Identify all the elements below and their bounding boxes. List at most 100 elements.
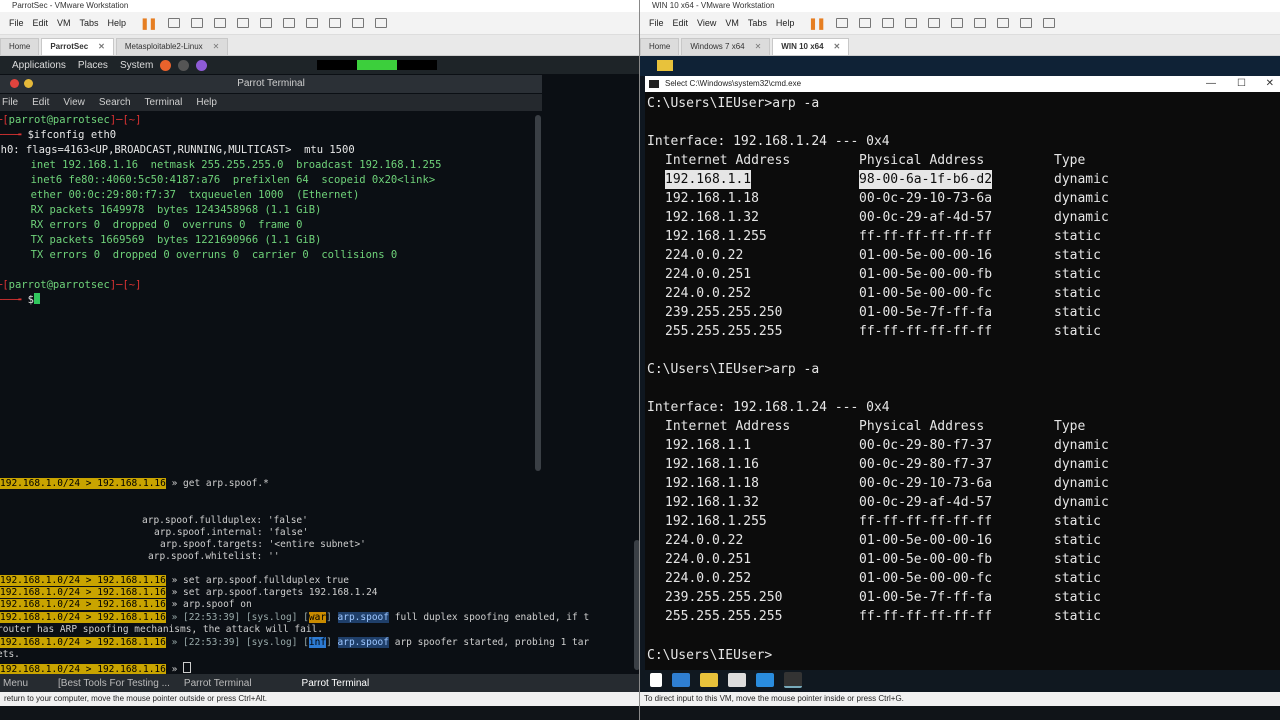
terminal-titlebar[interactable]: Parrot Terminal: [0, 75, 542, 93]
cmd-command: arp -a: [772, 362, 820, 377]
firefox-icon[interactable]: [160, 59, 172, 71]
taskbar-firefox[interactable]: [Best Tools For Testing ...: [58, 678, 170, 689]
arp-header-ip: Internet Address: [665, 153, 791, 168]
tab-windows7[interactable]: Windows 7 x64 ✕: [681, 38, 771, 55]
arp-type-cell: static: [1054, 286, 1101, 301]
terminal-scrollbar[interactable]: [535, 115, 541, 471]
folder-icon[interactable]: [657, 60, 673, 71]
taskbar-menu[interactable]: Menu: [3, 678, 28, 689]
menu-edit[interactable]: Edit: [673, 18, 689, 28]
manage-snapshots-icon[interactable]: [904, 18, 917, 28]
output-line: TX packets 1669569 bytes 1221690966 (1.1…: [0, 234, 322, 246]
menu-file[interactable]: File: [649, 18, 664, 28]
console-icon[interactable]: [1019, 18, 1032, 28]
menu-file[interactable]: File: [9, 18, 24, 28]
pause-icon[interactable]: ❚❚: [808, 17, 825, 30]
prompt-user: parrot@parrotsec: [8, 114, 110, 126]
bettercap-value: arp.spoof.fullduplex: 'false': [142, 515, 308, 526]
edge-icon[interactable]: [672, 673, 690, 687]
minimize-icon[interactable]: —: [1206, 76, 1216, 92]
revert-icon[interactable]: [881, 18, 894, 28]
stretch-icon[interactable]: [374, 18, 387, 28]
manage-snapshots-icon[interactable]: [236, 18, 249, 28]
close-icon[interactable]: ✕: [834, 42, 841, 51]
menu-help[interactable]: Help: [776, 18, 795, 28]
minimize-icon[interactable]: [24, 79, 33, 88]
tab-label: Windows 7 x64: [690, 42, 745, 51]
term-menu-view[interactable]: View: [63, 97, 85, 108]
snapshot-icon[interactable]: [190, 18, 203, 28]
close-icon[interactable]: [10, 79, 19, 88]
arp-type-cell: dynamic: [1054, 476, 1109, 491]
places-menu[interactable]: Places: [78, 60, 108, 71]
store-icon[interactable]: [728, 673, 746, 687]
arp-mac-cell: 00-0c-29-10-73-6a: [859, 191, 993, 206]
menu-view[interactable]: View: [697, 18, 716, 28]
arp-type-cell: dynamic: [1054, 191, 1109, 206]
vm-status-bar: return to your computer, move the mouse …: [0, 692, 640, 706]
arp-ip-cell: 224.0.0.252: [665, 286, 752, 301]
menu-help[interactable]: Help: [108, 18, 127, 28]
send-keys-icon[interactable]: [167, 18, 180, 28]
terminal-launcher-icon[interactable]: [178, 59, 190, 71]
term-menu-help[interactable]: Help: [196, 97, 217, 108]
cmd-taskbar-icon[interactable]: [784, 672, 802, 688]
tab-win10[interactable]: WIN 10 x64 ✕: [772, 38, 850, 55]
bettercap-prompt: 192.168.1.0/24 > 192.168.1.16: [0, 637, 166, 648]
fullscreen-icon[interactable]: [973, 18, 986, 28]
terminal-output[interactable]: ┌[parrot@parrotsec]─[~] └──╼ $ifconfig e…: [0, 112, 532, 472]
windows-taskbar: [640, 670, 1280, 690]
bettercap-output[interactable]: 192.168.1.0/24 > 192.168.1.16 » get arp.…: [0, 474, 632, 675]
close-icon[interactable]: ✕: [1266, 76, 1274, 92]
taskbar-terminal-active[interactable]: Parrot Terminal: [302, 678, 370, 689]
console-icon[interactable]: [351, 18, 364, 28]
unity-icon[interactable]: [328, 18, 341, 28]
stretch-icon[interactable]: [1042, 18, 1055, 28]
menu-tabs[interactable]: Tabs: [748, 18, 767, 28]
app-launcher-icon[interactable]: [196, 59, 208, 71]
tab-home[interactable]: Home: [640, 38, 680, 55]
bettercap-prompt: 192.168.1.0/24 > 192.168.1.16: [0, 612, 166, 623]
maximize-icon[interactable]: ☐: [1237, 76, 1246, 92]
menu-edit[interactable]: Edit: [33, 18, 49, 28]
close-icon[interactable]: ✕: [755, 42, 762, 51]
term-menu-file[interactable]: File: [2, 97, 18, 108]
cmd-console[interactable]: C:\Users\IEUser>arp -a Interface: 192.16…: [645, 92, 1280, 672]
thumbnail-icon[interactable]: [950, 18, 963, 28]
menu-tabs[interactable]: Tabs: [80, 18, 99, 28]
unity-icon[interactable]: [996, 18, 1009, 28]
revert-icon[interactable]: [213, 18, 226, 28]
output-line: ether 00:0c:29:80:f7:37 txqueuelen 1000 …: [0, 189, 360, 201]
tab-home[interactable]: Home: [0, 38, 40, 55]
taskbar-terminal[interactable]: Parrot Terminal: [184, 678, 252, 689]
menu-vm[interactable]: VM: [725, 18, 739, 28]
bettercap-command: » get arp.spoof.*: [171, 478, 269, 489]
system-menu[interactable]: System: [120, 60, 153, 71]
mail-icon[interactable]: [756, 673, 774, 687]
windows-start-icon[interactable]: [650, 673, 662, 687]
bettercap-line: 192.168.1.0/24 > 192.168.1.16 » set arp.…: [0, 587, 378, 600]
cmd-title: Select C:\Windows\system32\cmd.exe: [665, 79, 802, 88]
applications-menu[interactable]: Applications: [12, 60, 66, 71]
prompt-line: ┌[parrot@parrotsec]─[~]: [0, 114, 142, 126]
close-icon[interactable]: ✕: [213, 42, 220, 51]
log-time: » [22:53:39] [sys.log] [: [171, 637, 309, 648]
snapshot-icon[interactable]: [858, 18, 871, 28]
cmd-prompt: C:\Users\IEUser>: [647, 362, 773, 377]
library-icon[interactable]: [927, 18, 940, 28]
close-icon[interactable]: ✕: [98, 42, 105, 51]
thumbnail-icon[interactable]: [282, 18, 295, 28]
term-menu-edit[interactable]: Edit: [32, 97, 49, 108]
cmd-titlebar[interactable]: Select C:\Windows\system32\cmd.exe — ☐ ✕: [645, 76, 1280, 92]
term-menu-search[interactable]: Search: [99, 97, 131, 108]
fullscreen-icon[interactable]: [305, 18, 318, 28]
tab-parrotsec[interactable]: ParrotSec ✕: [41, 38, 114, 55]
explorer-icon[interactable]: [700, 673, 718, 687]
send-keys-icon[interactable]: [835, 18, 848, 28]
vm-menubar: File Edit View VM Tabs Help ❚❚: [640, 12, 1280, 35]
library-icon[interactable]: [259, 18, 272, 28]
tab-metasploitable[interactable]: Metasploitable2-Linux ✕: [115, 38, 229, 55]
pause-icon[interactable]: ❚❚: [140, 17, 157, 30]
menu-vm[interactable]: VM: [57, 18, 71, 28]
term-menu-terminal[interactable]: Terminal: [145, 97, 183, 108]
